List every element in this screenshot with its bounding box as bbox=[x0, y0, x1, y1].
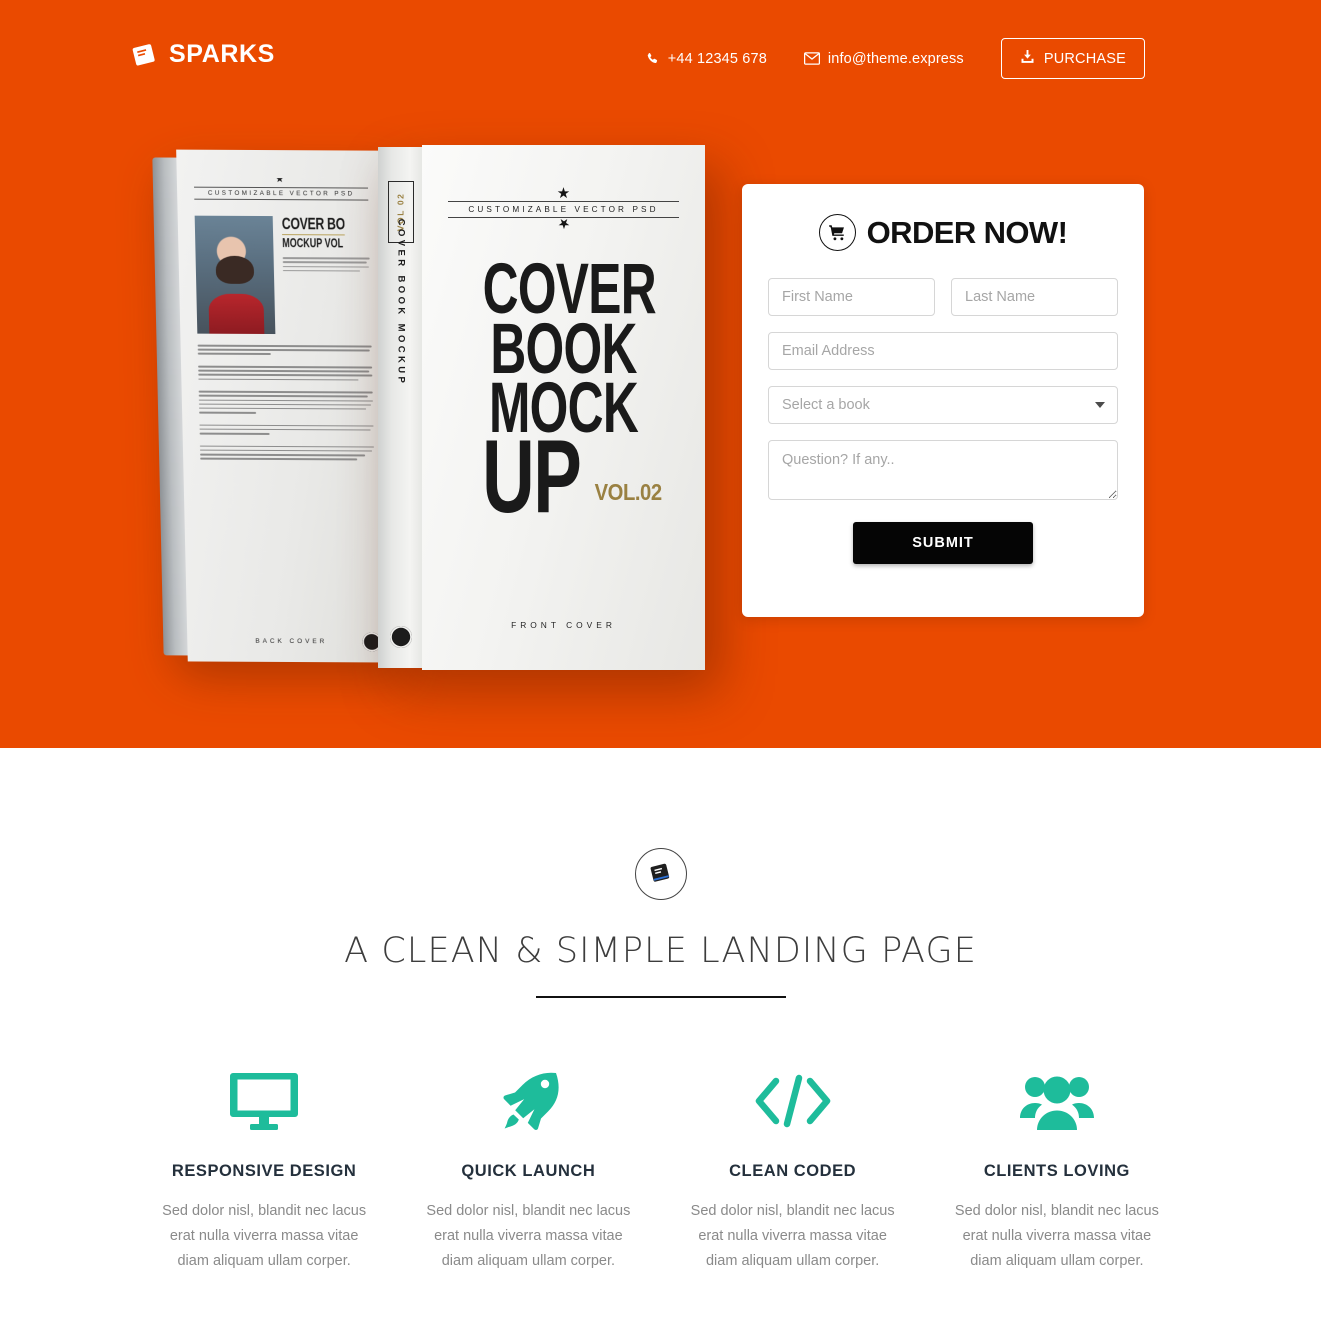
book-front-spine: VOL 02 COVER BOOK MOCKUP bbox=[378, 147, 424, 668]
email-input[interactable] bbox=[768, 332, 1118, 370]
header-phone[interactable]: +44 12345 678 bbox=[646, 51, 767, 67]
header-email-text: info@theme.express bbox=[827, 50, 964, 67]
feature-text: Sed dolor nisl, blandit nec lacus erat n… bbox=[690, 1203, 895, 1269]
header-phone-text: +44 12345 678 bbox=[667, 50, 767, 67]
order-form-title: ORDER NOW! bbox=[866, 215, 1068, 250]
feature-title: RESPONSIVE DESIGN bbox=[171, 1162, 357, 1180]
star-icon: ★ bbox=[556, 185, 571, 202]
feature-card: RESPONSIVE DESIGN Sed dolor nisl, blandi… bbox=[132, 1066, 396, 1274]
book-back-cover: ★ CUSTOMIZABLE VECTOR PSD ★ COVER BOOK M… bbox=[152, 149, 396, 663]
desktop-monitor-icon bbox=[146, 1066, 382, 1136]
book-back-paragraph bbox=[197, 344, 372, 356]
brand-name: SPARKS bbox=[169, 39, 275, 68]
email-field-row bbox=[768, 332, 1118, 370]
section-divider bbox=[535, 996, 786, 998]
seal-icon bbox=[390, 626, 412, 648]
brand-logo[interactable]: SPARKS bbox=[132, 41, 275, 67]
book-front-cover: VOL 02 COVER BOOK MOCKUP ★ CUSTOMIZABLE … bbox=[378, 145, 705, 670]
purchase-button[interactable]: PURCHASE bbox=[1000, 38, 1145, 79]
section-book-icon-circle bbox=[634, 848, 687, 900]
book-front-title-line: UP bbox=[482, 418, 582, 535]
feature-title: CLIENTS LOVING bbox=[983, 1162, 1130, 1180]
star-icon: ★ bbox=[557, 216, 570, 232]
book-front-up-row: UP VOL.02 bbox=[448, 418, 679, 535]
purchase-button-label: PURCHASE bbox=[1043, 50, 1126, 67]
book-mockup-illustration: ★ CUSTOMIZABLE VECTOR PSD ★ COVER BOOK M… bbox=[150, 145, 720, 675]
book-select[interactable]: Select a book bbox=[768, 386, 1118, 424]
section-title: A CLEAN & SIMPLE LANDING PAGE bbox=[344, 931, 977, 971]
site-header: SPARKS +44 12345 678 info@theme.express … bbox=[0, 0, 1321, 110]
book-front-footer: FRONT COVER bbox=[511, 620, 616, 630]
book-back-photo bbox=[194, 215, 276, 335]
book-back-paragraph bbox=[198, 365, 373, 381]
feature-text: Sed dolor nisl, blandit nec lacus erat n… bbox=[426, 1203, 631, 1269]
rocket-icon bbox=[410, 1066, 646, 1136]
book-back-blurb-lines bbox=[282, 257, 370, 272]
feature-title: QUICK LAUNCH bbox=[461, 1162, 596, 1180]
name-fields-row bbox=[768, 278, 1118, 316]
download-icon bbox=[1020, 49, 1035, 68]
book-select-wrapper: Select a book bbox=[768, 386, 1118, 424]
book-icon bbox=[132, 41, 158, 67]
hero-section: SPARKS +44 12345 678 info@theme.express … bbox=[0, 0, 1321, 748]
book-back-face: ★ CUSTOMIZABLE VECTOR PSD ★ COVER BOOK M… bbox=[176, 149, 396, 663]
code-brackets-icon bbox=[675, 1066, 911, 1136]
book-back-paragraph bbox=[199, 445, 374, 461]
book-back-eyebrow-wrap: ★ CUSTOMIZABLE VECTOR PSD ★ bbox=[194, 178, 369, 201]
users-group-icon bbox=[939, 1066, 1175, 1136]
cart-icon bbox=[818, 214, 856, 251]
feature-text: Sed dolor nisl, blandit nec lacus erat n… bbox=[954, 1203, 1159, 1269]
book-icon bbox=[650, 861, 672, 888]
book-front-title: COVER BOOK MOCK bbox=[448, 254, 679, 444]
envelope-icon bbox=[803, 52, 820, 65]
book-back-title: COVER BOOK bbox=[281, 216, 345, 233]
features-section: A CLEAN & SIMPLE LANDING PAGE RESPONSIVE… bbox=[0, 748, 1321, 1274]
last-name-input[interactable] bbox=[951, 278, 1118, 316]
order-form-header: ORDER NOW! bbox=[768, 214, 1118, 251]
star-icon: ★ bbox=[276, 199, 287, 200]
star-icon: ★ bbox=[275, 177, 287, 186]
submit-row: SUBMIT bbox=[768, 522, 1118, 564]
order-form-card: ORDER NOW! Select a book SUBMIT bbox=[742, 184, 1144, 617]
phone-icon bbox=[646, 52, 660, 66]
feature-text: Sed dolor nisl, blandit nec lacus erat n… bbox=[162, 1203, 367, 1269]
feature-card: CLEAN CODED Sed dolor nisl, blandit nec … bbox=[661, 1066, 925, 1274]
feature-grid: RESPONSIVE DESIGN Sed dolor nisl, blandi… bbox=[0, 1066, 1321, 1274]
book-back-paragraph bbox=[198, 390, 374, 414]
book-back-paragraph bbox=[199, 424, 374, 435]
feature-card: QUICK LAUNCH Sed dolor nisl, blandit nec… bbox=[396, 1066, 660, 1274]
submit-button[interactable]: SUBMIT bbox=[853, 522, 1033, 564]
book-front-eyebrow-wrap: ★ CUSTOMIZABLE VECTOR PSD ★ bbox=[448, 185, 679, 232]
book-back-textcol: COVER BOOK MOCKUP VOL 02 bbox=[282, 216, 372, 334]
header-contact-group: +44 12345 678 info@theme.express PURCHAS… bbox=[646, 38, 1145, 79]
feature-card: CLIENTS LOVING Sed dolor nisl, blandit n… bbox=[925, 1066, 1189, 1274]
book-front-volume: VOL.02 bbox=[594, 478, 662, 505]
book-back-body: COVER BOOK MOCKUP VOL 02 bbox=[194, 215, 372, 335]
first-name-input[interactable] bbox=[768, 278, 935, 316]
question-textarea[interactable] bbox=[768, 440, 1118, 500]
header-email[interactable]: info@theme.express bbox=[803, 50, 964, 67]
book-spine-title: COVER BOOK MOCKUP bbox=[395, 218, 407, 387]
feature-title: CLEAN CODED bbox=[729, 1162, 857, 1180]
book-back-subtitle: MOCKUP VOL 02 bbox=[282, 234, 346, 251]
book-front-face: ★ CUSTOMIZABLE VECTOR PSD ★ COVER BOOK M… bbox=[422, 145, 705, 670]
